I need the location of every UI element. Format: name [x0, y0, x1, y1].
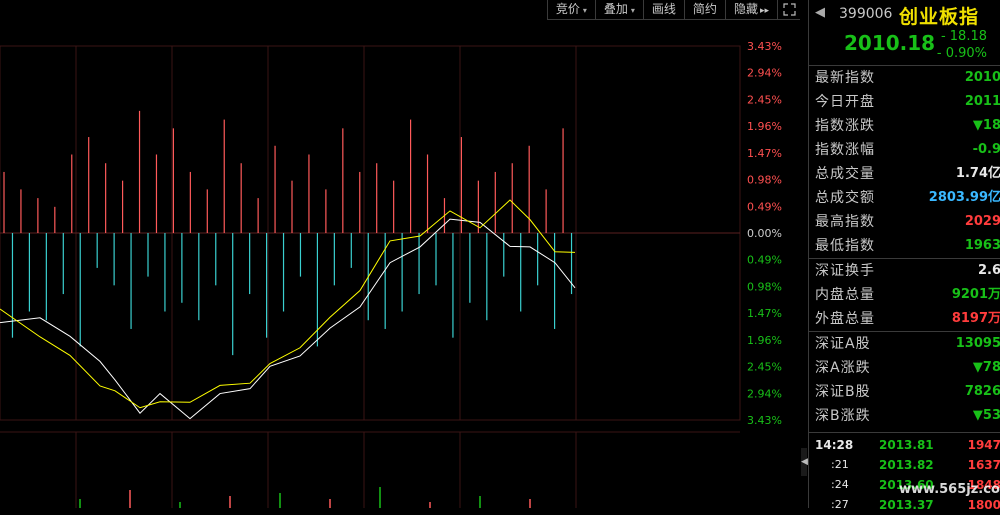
caret-down-icon: ▾ [582, 6, 587, 15]
y-axis-tick-label: 1.47% [747, 307, 782, 320]
tick-row: :21 2013.82 1637 [831, 458, 1000, 472]
y-axis-tick-label: 0.00% [747, 227, 782, 240]
watermark: www.565jz.com [899, 482, 1000, 497]
stat-row: 深证A股 13095 [815, 336, 1000, 352]
change-value: - 18.18 [940, 29, 987, 44]
y-axis-tick-label: 1.96% [747, 120, 782, 133]
draw-line-button[interactable]: 画线 [642, 0, 684, 20]
stat-row: 深证换手 2.6 [815, 263, 1000, 279]
index-price-line [0, 218, 576, 420]
tick-row: 14:28 2013.81 1947 [815, 438, 1000, 452]
back-arrow-icon[interactable]: ◀ [815, 5, 825, 20]
y-axis-tick-label: 0.98% [747, 174, 782, 187]
stat-row: 外盘总量 8197万 [815, 311, 1000, 327]
intraday-chart-panel[interactable]: 3.43% 2.94% 2.45% 1.96% 1.47% 0.98% 0.49% 0.00%… [0, 0, 800, 508]
overlay-button[interactable]: 叠加 ▾ [594, 0, 643, 20]
fullscreen-button[interactable] [777, 0, 800, 20]
expand-icon [782, 3, 796, 16]
index-code: 399006 [839, 6, 893, 22]
tick-row: :27 2013.37 1800 [831, 498, 1000, 512]
index-price: 2010.18 [844, 31, 936, 55]
y-axis-tick-label: 0.49% [747, 254, 782, 267]
panel-collapse-handle[interactable]: ◀ [801, 448, 808, 476]
index-change: - 18.18 - 0.90% [937, 28, 987, 62]
stats-group-3: 深证A股 13095 深A涨跌 ▼78 深证B股 7826 深B涨跌 ▼53 [809, 332, 1000, 428]
intraday-chart[interactable]: 3.43% 2.94% 2.45% 1.96% 1.47% 0.98% 0.49% 0.00%… [0, 0, 800, 508]
index-quote: 2010.18 - 18.18 - 0.90% [809, 28, 1000, 66]
y-axis-tick-label: 0.98% [747, 280, 782, 293]
stat-row: 指数涨跌 ▼18 [815, 118, 1000, 134]
stat-row: 最新指数 2010 [815, 70, 1000, 86]
caret-down-icon: ▾ [630, 6, 635, 15]
stat-row: 最高指数 2029 [815, 214, 1000, 230]
y-axis-tick-label: 0.49% [747, 200, 782, 213]
y-axis-tick-label: 2.94% [747, 387, 782, 400]
tick-list: 14:28 2013.81 1947 :21 2013.82 1637 :24 2013.… [809, 433, 1000, 515]
double-arrow-icon: ▸▸ [759, 6, 769, 16]
index-name: 创业板指 [899, 6, 980, 28]
simple-mode-button[interactable]: 简约 [683, 0, 725, 20]
hide-button[interactable]: 隐藏 ▸▸ [724, 0, 777, 20]
change-percent: - 0.90% [936, 46, 987, 61]
y-axis-tick-label: 1.96% [747, 334, 782, 347]
stats-group-1: 最新指数 2010 今日开盘 2011 指数涨跌 ▼18 指数涨幅 -0.9 总成交量 1… [809, 66, 1000, 258]
average-price-line [0, 199, 576, 409]
bid-button[interactable]: 竞价 ▾ [546, 0, 595, 20]
stats-group-2: 深证换手 2.6 内盘总量 9201万 外盘总量 8197万 [809, 259, 1000, 331]
quote-sidebar: ◀ 399006 创业板指 2010.18 - 18.18 - 0.90% 最新… [808, 0, 1000, 512]
stat-row: 深A涨跌 ▼78 [815, 360, 1000, 376]
y-axis-tick-label: 2.45% [747, 361, 782, 374]
index-header: ◀ 399006 创业板指 [809, 0, 1000, 28]
y-axis-tick-label: 2.45% [747, 93, 782, 106]
y-axis-tick-label: 3.43% [747, 414, 782, 427]
stat-row: 深证B股 7826 [815, 384, 1000, 400]
chart-toolbar: 竞价 ▾ 叠加 ▾ 画线 简约 隐藏 ▸▸ [546, 0, 800, 20]
stat-row: 总成交额 2803.99亿 [815, 190, 1000, 206]
stat-row: 最低指数 1963 [815, 238, 1000, 254]
stat-row: 深B涨跌 ▼53 [815, 408, 1000, 424]
stat-row: 内盘总量 9201万 [815, 287, 1000, 303]
y-axis-tick-label: 1.47% [747, 147, 782, 160]
stat-row: 今日开盘 2011 [815, 94, 1000, 110]
y-axis-tick-label: 2.94% [747, 67, 782, 80]
stat-row: 总成交量 1.74亿 [815, 166, 1000, 182]
y-axis-tick-label: 3.43% [747, 40, 782, 53]
stat-row: 指数涨幅 -0.9 [815, 142, 1000, 158]
